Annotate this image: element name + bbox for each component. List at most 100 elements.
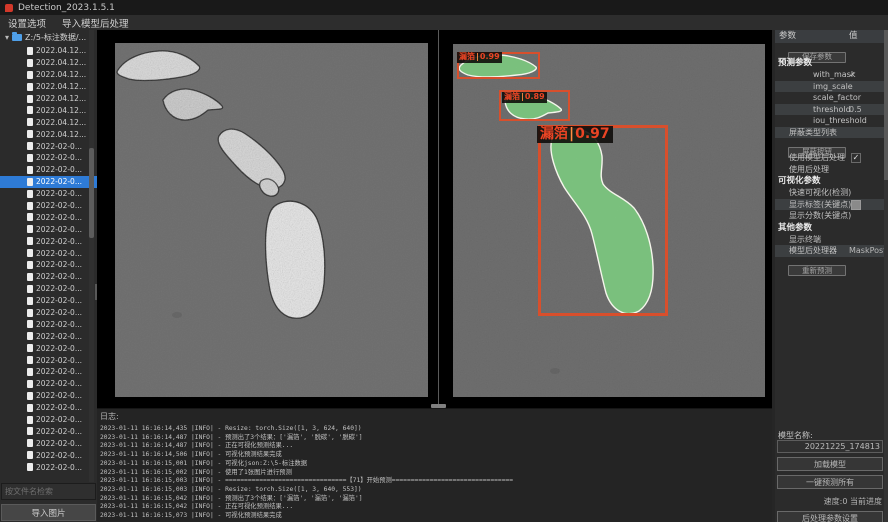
tree-item[interactable]: 2022-02-0... (0, 211, 97, 223)
panel-scrollbar-thumb[interactable] (884, 30, 888, 180)
model-name-field[interactable]: 20221225_174813 (777, 440, 883, 453)
tree-item[interactable]: 2022-02-0... (0, 378, 97, 390)
param-row[interactable]: 快速可视化(检测) (775, 187, 888, 199)
tree-item[interactable]: 2022-02-0... (0, 188, 97, 200)
param-button-row: 保存参数 (775, 43, 888, 57)
viewport-divider[interactable] (438, 30, 439, 408)
tree-item[interactable]: 2022-02-0... (0, 140, 97, 152)
param-row[interactable]: threshold0.5 (775, 104, 888, 116)
tree-item[interactable]: 2022-02-0... (0, 426, 97, 438)
tree-item[interactable]: 2022-02-0... (0, 414, 97, 426)
tree-item[interactable]: 2022-02-0... (0, 176, 97, 188)
import-images-button[interactable]: 导入图片 (1, 504, 96, 521)
param-row[interactable]: with_mask✓ (775, 69, 888, 81)
tree-item[interactable]: 2022-02-0... (0, 295, 97, 307)
tree-item[interactable]: 2022-02-0... (0, 200, 97, 212)
tree-item[interactable]: 2022-02-0... (0, 330, 97, 342)
file-icon (27, 261, 33, 269)
param-row[interactable]: iou_threshold (775, 115, 888, 127)
tree-scrollbar-thumb[interactable] (89, 148, 94, 238)
tree-item[interactable]: 2022.04.12... (0, 93, 97, 105)
tree-item-label: 2022-02-0... (36, 237, 82, 246)
file-icon (27, 368, 33, 376)
tree-item-label: 2022-02-0... (36, 451, 82, 460)
tree-item[interactable]: 2022-02-0... (0, 318, 97, 330)
detection-class: 漏箔 (459, 53, 475, 62)
postprocess-settings-button[interactable]: 后处理参数设置 (777, 511, 883, 522)
tree-item[interactable]: 2022.04.12... (0, 81, 97, 93)
tree-item[interactable]: 2022-02-0... (0, 235, 97, 247)
value-column-header: 值 (849, 30, 858, 43)
tree-item[interactable]: 2022.04.12... (0, 104, 97, 116)
file-icon (27, 106, 33, 114)
menu-item-import-postprocess[interactable]: 导入模型后处理 (62, 16, 129, 30)
tree-item[interactable]: 2022-02-0... (0, 354, 97, 366)
tree-item-label: 2022-02-0... (36, 284, 82, 293)
tree-item[interactable]: 2022-02-0... (0, 402, 97, 414)
param-row[interactable]: 显示终端 (775, 234, 888, 246)
source-image (115, 43, 428, 397)
source-image-canvas (115, 43, 428, 397)
param-row[interactable]: 屏蔽类型列表 (775, 127, 888, 139)
file-tree-list: 2022.04.12...2022.04.12...2022.04.12...2… (0, 45, 97, 473)
tree-item[interactable]: 2022.04.12... (0, 116, 97, 128)
tree-item[interactable]: 2022.04.12... (0, 57, 97, 69)
tree-item[interactable]: 2022-02-0... (0, 366, 97, 378)
param-row[interactable]: 使用模型后处理✓ (775, 152, 888, 164)
tree-item[interactable]: 2022-02-0... (0, 461, 97, 473)
tree-item-label: 2022.04.12... (36, 94, 86, 103)
file-icon (27, 249, 33, 257)
detection-score: 0.99 (480, 53, 500, 62)
file-tree: ▾ Z:/5-标注数据/... 2022.04.12...2022.04.12.… (0, 30, 97, 482)
tree-item[interactable]: 2022-02-0... (0, 437, 97, 449)
param-section-header: 其他参数 (775, 222, 888, 234)
tree-item[interactable]: 2022-02-0... (0, 283, 97, 295)
param-row[interactable]: 显示标签(关键点) (775, 199, 888, 211)
tree-item[interactable]: 2022-02-0... (0, 259, 97, 271)
file-icon (27, 309, 33, 317)
param-row[interactable]: 使用后处理 (775, 164, 888, 176)
param-rows: 保存参数预测参数with_mask✓img_scalescale_factort… (775, 43, 888, 271)
file-icon (27, 380, 33, 388)
param-value: 0.5 (849, 104, 862, 116)
log-area: 日志: 2023-01-11 16:16:14,435 |INFO| - Res… (97, 408, 772, 522)
file-icon (27, 273, 33, 281)
param-label: 模型后处理器 (789, 246, 837, 255)
param-label: threshold (813, 105, 851, 114)
search-input[interactable] (1, 483, 96, 500)
log-line: 2023-01-11 16:16:14,487 |INFO| - 正在可视化预测… (100, 442, 772, 451)
tree-item[interactable]: 2022-02-0... (0, 164, 97, 176)
tree-item[interactable]: 2022.04.12... (0, 69, 97, 81)
log-lines: 2023-01-11 16:16:14,435 |INFO| - Resize:… (100, 425, 772, 521)
tree-root-folder[interactable]: ▾ Z:/5-标注数据/... (0, 30, 97, 45)
load-model-button[interactable]: 加载模型 (777, 457, 883, 471)
predict-all-button[interactable]: 一键预测所有 (777, 475, 883, 489)
tree-item[interactable]: 2022-02-0... (0, 342, 97, 354)
file-icon (27, 463, 33, 471)
param-label: 使用后处理 (789, 165, 829, 174)
tree-item[interactable]: 2022-02-0... (0, 307, 97, 319)
tree-item-label: 2022-02-0... (36, 320, 82, 329)
checkbox[interactable]: ✓ (851, 153, 861, 163)
tree-item[interactable]: 2022-02-0... (0, 247, 97, 259)
tree-scrollbar-track[interactable] (89, 30, 94, 482)
tree-item[interactable]: 2022.04.12... (0, 128, 97, 140)
menu-item-settings[interactable]: 设置选项 (8, 16, 46, 30)
checkbox[interactable] (851, 200, 861, 210)
param-row[interactable]: img_scale (775, 81, 888, 93)
detection-image: 漏箔|0.99 漏箔|0.89 漏箔|0.97 (453, 44, 765, 397)
param-row[interactable]: 模型后处理器 MaskPostPro (775, 245, 888, 257)
re-predict-button[interactable]: 重新预测 (788, 265, 846, 276)
param-row[interactable]: 显示分数(关键点) (775, 210, 888, 222)
tree-item[interactable]: 2022.04.12... (0, 45, 97, 57)
tree-item[interactable]: 2022-02-0... (0, 390, 97, 402)
tree-item[interactable]: 2022-02-0... (0, 152, 97, 164)
param-value: MaskPostPro (849, 245, 888, 257)
tree-item[interactable]: 2022-02-0... (0, 223, 97, 235)
tree-item[interactable]: 2022-02-0... (0, 449, 97, 461)
file-icon (27, 237, 33, 245)
param-row[interactable]: scale_factor (775, 92, 888, 104)
tree-item[interactable]: 2022-02-0... (0, 271, 97, 283)
file-icon (27, 142, 33, 150)
param-grid-header: 参数 值 (775, 30, 888, 43)
